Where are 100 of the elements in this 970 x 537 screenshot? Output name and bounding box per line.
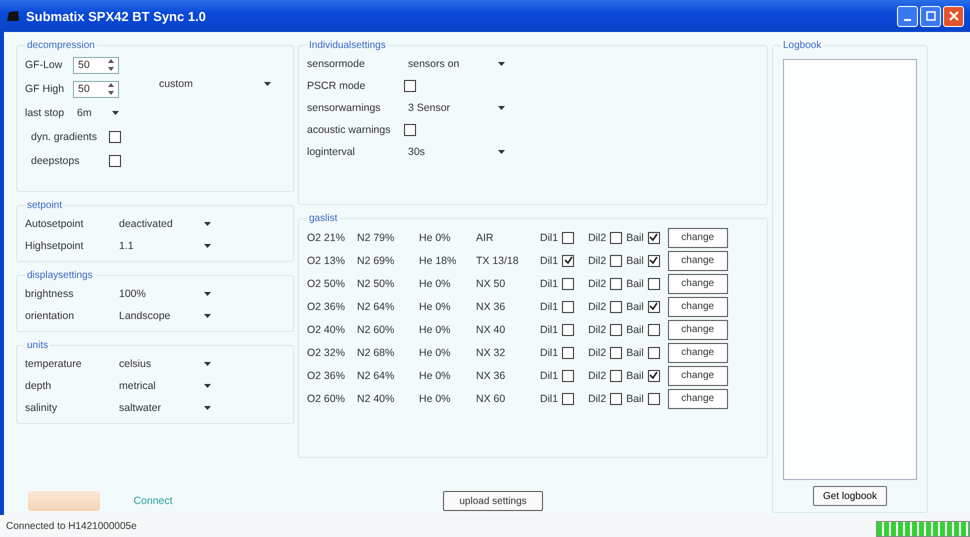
checkbox-label: Dil2 [588,300,606,312]
checkbox-label: Dil1 [540,232,558,244]
checkbox-label: Dil2 [588,254,606,266]
checkbox[interactable] [562,278,574,290]
checkbox[interactable] [562,392,574,404]
dropdown[interactable]: deactivated [115,216,215,232]
field-label: dyn. gradients [30,131,98,143]
checkbox-label: Dil1 [540,300,558,312]
checkbox[interactable] [610,324,622,336]
get-logbook-button[interactable]: Get logbook [813,486,887,506]
checkbox-label: Bail [626,392,644,404]
checkbox-label: Bail [626,278,644,290]
checkbox[interactable] [610,300,622,312]
dropdown[interactable]: Landscope [115,308,215,324]
dropdown[interactable]: 30s [404,144,509,160]
checkbox[interactable] [648,300,660,312]
spin-field[interactable]: 50 [73,56,119,74]
group-title: gaslist [308,213,338,224]
group-title: Logbook [782,40,822,51]
gas-value: He 0% [419,278,452,290]
gas-name: NX 60 [476,392,506,404]
checkbox-label: Bail [626,370,644,382]
checkbox-label: Bail [626,324,644,336]
checkbox[interactable] [648,392,660,404]
checkbox[interactable] [109,131,121,143]
checkbox[interactable] [648,346,660,358]
maximize-icon [926,11,936,21]
checkbox[interactable] [610,370,622,382]
gas-value: He 0% [419,232,452,244]
field-label: salinity [25,402,58,414]
checkbox[interactable] [648,370,660,382]
change-button[interactable]: change [668,296,728,316]
checkbox[interactable] [562,324,574,336]
field-label: depth [25,380,52,392]
change-button[interactable]: change [668,342,728,362]
gas-value: O2 36% [307,370,346,382]
field-label: Autosetpoint [25,218,84,230]
upload-settings-button[interactable]: upload settings [443,491,543,511]
spin-arrows-icon [106,81,116,97]
change-button[interactable]: change [668,250,728,270]
checkbox[interactable] [648,324,660,336]
dropdown[interactable]: metrical [115,378,215,394]
gas-value: He 0% [419,300,452,312]
checkbox-label: Dil1 [540,370,558,382]
gas-value: N2 50% [357,278,396,290]
checkbox[interactable] [610,346,622,358]
group-title: units [26,340,50,351]
checkbox[interactable] [610,278,622,290]
checkbox[interactable] [648,278,660,290]
gas-value: O2 36% [307,300,346,312]
checkbox[interactable] [562,232,574,244]
change-button[interactable]: change [668,228,728,248]
gas-value: N2 64% [357,300,396,312]
checkbox[interactable] [648,232,660,244]
field-label: last stop [25,107,66,119]
gas-name: NX 36 [476,300,506,312]
checkbox[interactable] [610,392,622,404]
gas-value: O2 32% [307,346,346,358]
dropdown[interactable]: saltwater [115,400,215,416]
checkbox[interactable] [404,124,416,136]
dropdown[interactable]: celsius [115,356,215,372]
change-button[interactable]: change [668,366,728,386]
caret-icon [112,111,119,115]
caret-icon [204,314,211,318]
checkbox[interactable] [562,254,574,266]
checkbox[interactable] [562,300,574,312]
gas-value: N2 79% [357,232,396,244]
dropdown[interactable]: 100% [115,286,215,302]
gas-value: N2 40% [357,392,396,404]
spin-field[interactable]: 50 [73,80,119,98]
field-label: deepstops [30,155,80,167]
checkbox[interactable] [109,155,121,167]
checkbox[interactable] [610,254,622,266]
minimize-button[interactable] [897,6,918,26]
gas-name: NX 32 [476,346,506,358]
caret-icon [204,384,211,388]
checkbox[interactable] [610,232,622,244]
change-button[interactable]: change [668,274,728,294]
checkbox[interactable] [648,254,660,266]
field-label: GF High [25,83,66,95]
close-button[interactable] [943,6,964,26]
checkbox[interactable] [562,346,574,358]
dropdown[interactable]: 6m [73,104,123,122]
gas-name: TX 13/18 [476,254,520,266]
caret-icon [204,244,211,248]
dropdown[interactable]: sensors on [404,56,509,72]
gas-value: N2 64% [357,370,396,382]
caret-icon [498,62,505,66]
dropdown[interactable]: custom [155,75,275,92]
change-button[interactable]: change [668,388,728,408]
dropdown[interactable]: 1.1 [115,238,215,254]
caret-icon [204,222,211,226]
dropdown[interactable]: 3 Sensor [404,100,509,116]
checkbox[interactable] [404,80,416,92]
gas-value: O2 21% [307,232,346,244]
field-label: sensormode [307,58,366,70]
checkbox[interactable] [562,370,574,382]
change-button[interactable]: change [668,320,728,340]
gas-value: O2 60% [307,392,346,404]
maximize-button[interactable] [920,6,941,26]
